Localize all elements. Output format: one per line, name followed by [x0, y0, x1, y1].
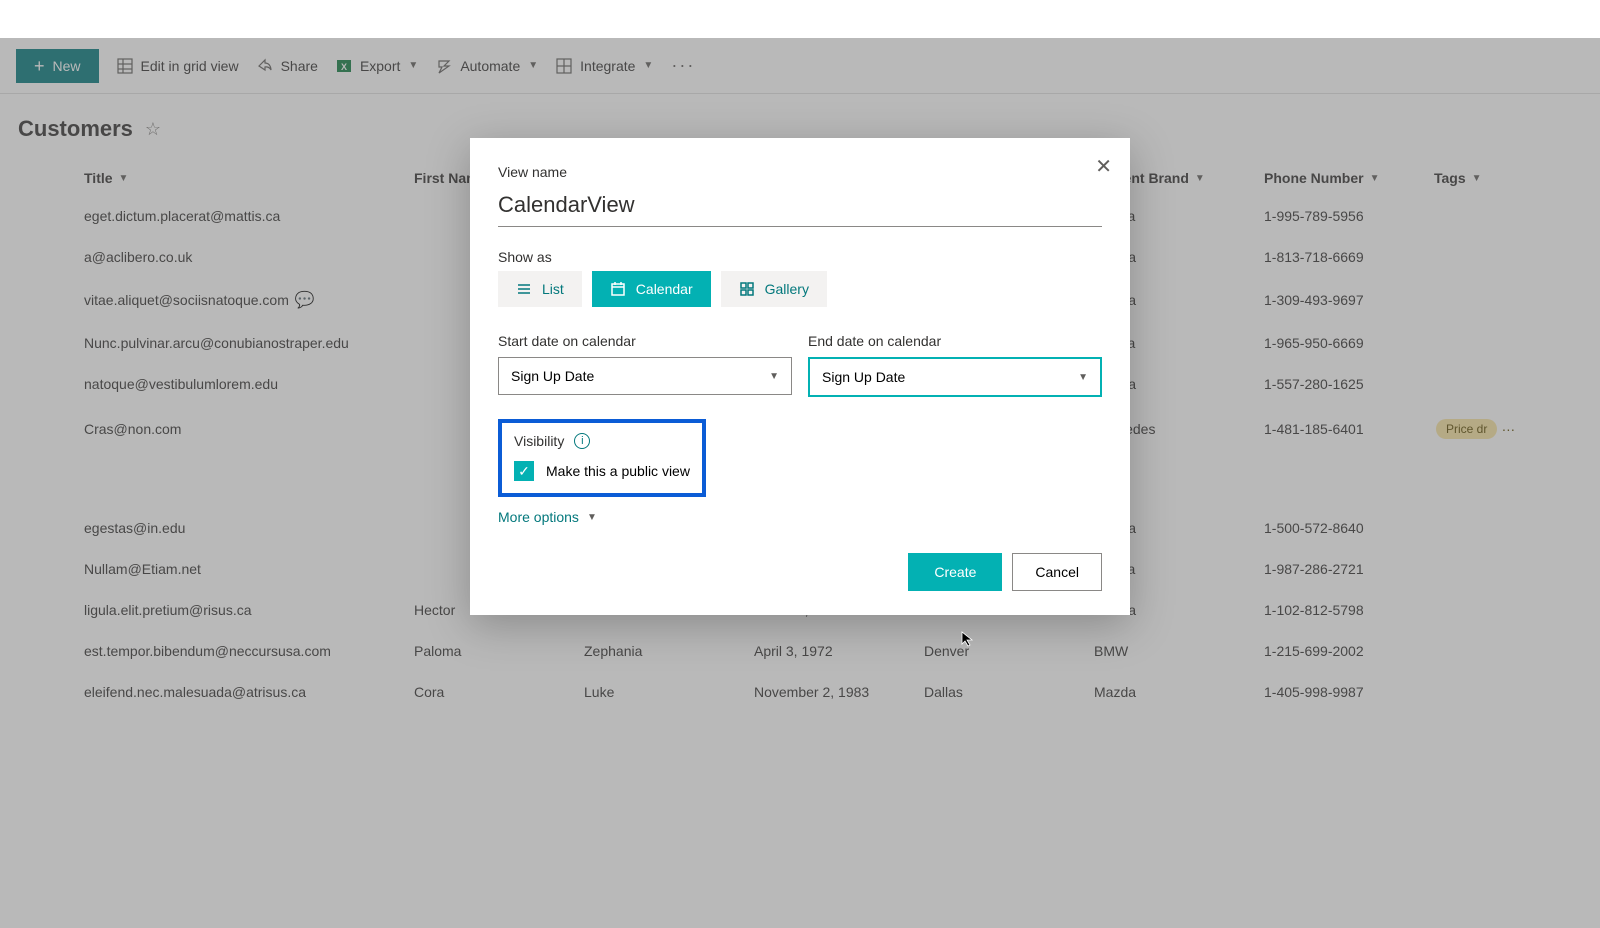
- create-view-dialog: ✕ View name Show as List Calendar Galler…: [470, 138, 1130, 615]
- checkbox-checked-icon: ✓: [514, 461, 534, 481]
- modal-overlay: ✕ View name Show as List Calendar Galler…: [0, 38, 1600, 928]
- gallery-icon: [739, 281, 755, 297]
- more-options-link[interactable]: More options ▼: [498, 509, 1102, 525]
- public-view-checkbox-row[interactable]: ✓ Make this a public view: [514, 461, 690, 481]
- cursor-icon: [960, 631, 976, 652]
- show-as-label: Show as: [498, 249, 1102, 265]
- show-as-list[interactable]: List: [498, 271, 582, 307]
- end-date-label: End date on calendar: [808, 333, 1102, 349]
- end-date-select[interactable]: Sign Up Date ▼: [808, 357, 1102, 397]
- list-icon: [516, 281, 532, 297]
- chevron-down-icon: ▼: [587, 512, 597, 523]
- info-icon[interactable]: i: [574, 433, 590, 449]
- chevron-down-icon: ▼: [1078, 372, 1088, 383]
- show-as-calendar[interactable]: Calendar: [592, 271, 711, 307]
- public-view-label: Make this a public view: [546, 463, 690, 479]
- close-button[interactable]: ✕: [1095, 154, 1112, 179]
- visibility-label: Visibility: [514, 433, 564, 449]
- chevron-down-icon: ▼: [769, 371, 779, 382]
- calendar-icon: [610, 281, 626, 297]
- create-button[interactable]: Create: [908, 553, 1002, 591]
- view-name-label: View name: [498, 164, 1102, 180]
- view-name-input[interactable]: [498, 186, 1102, 227]
- start-date-select[interactable]: Sign Up Date ▼: [498, 357, 792, 395]
- cancel-button[interactable]: Cancel: [1012, 553, 1102, 591]
- start-date-label: Start date on calendar: [498, 333, 792, 349]
- visibility-highlight: Visibility i ✓ Make this a public view: [498, 419, 706, 497]
- show-as-gallery[interactable]: Gallery: [721, 271, 827, 307]
